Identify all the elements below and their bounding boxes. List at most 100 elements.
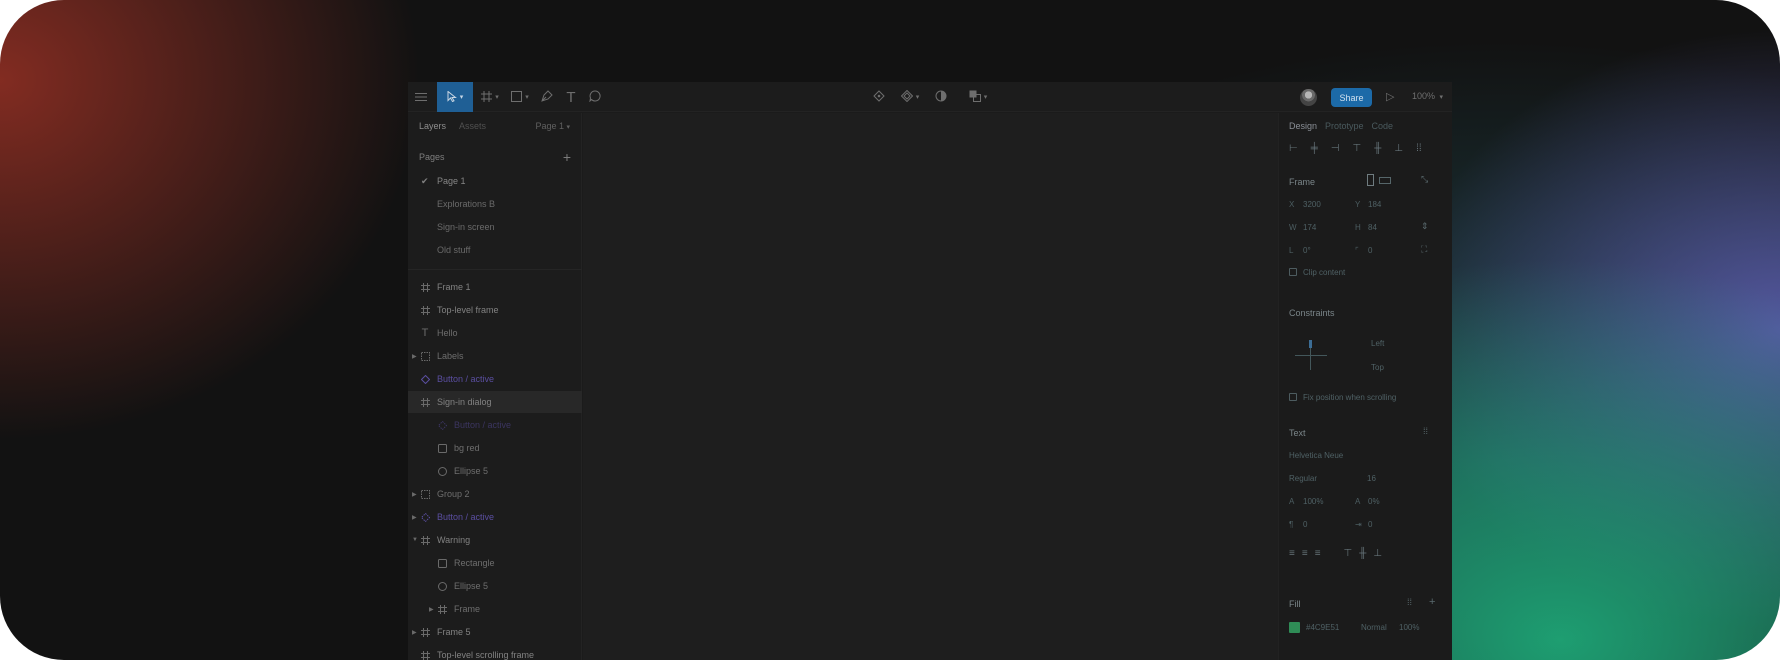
add-page-icon[interactable]: + (563, 149, 571, 165)
page-item[interactable]: Old stuff (437, 245, 470, 255)
pen-tool-button[interactable] (536, 82, 558, 112)
page-selector[interactable]: Page 1 ▾ (535, 121, 570, 131)
corner-radius-input[interactable]: 0 (1368, 246, 1372, 255)
share-button[interactable]: Share (1331, 88, 1372, 107)
layer-row[interactable]: Top-level scrolling frame (408, 644, 582, 660)
horizontal-constraint-select[interactable]: Left (1371, 339, 1384, 348)
paragraph-spacing-input[interactable]: 0 (1303, 520, 1307, 529)
constraints-widget[interactable] (1291, 340, 1331, 372)
layer-row[interactable]: ▶ Labels (408, 345, 582, 367)
portrait-icon[interactable] (1367, 174, 1374, 186)
tab-prototype[interactable]: Prototype (1325, 121, 1364, 131)
layer-row[interactable]: Ellipse 5 (408, 460, 582, 482)
align-right-icon[interactable]: ⊣ (1331, 143, 1340, 154)
boolean-button[interactable]: ▾ (964, 82, 992, 112)
fill-blend-select[interactable]: Normal (1361, 623, 1387, 632)
text-styles-icon[interactable]: ⁞⁞ (1423, 426, 1428, 436)
chevron-down-icon: ▾ (566, 124, 570, 131)
fill-styles-icon[interactable]: ⁞⁞ (1407, 597, 1412, 607)
frame-tool-button[interactable]: ▾ (476, 82, 504, 112)
caret-right-icon[interactable]: ▶ (412, 491, 417, 498)
x-input[interactable]: 3200 (1303, 200, 1321, 209)
caret-right-icon[interactable]: ▶ (412, 353, 417, 360)
vertical-constraint-select[interactable]: Top (1371, 363, 1384, 372)
page-item[interactable]: ✔ Page 1 (421, 176, 466, 186)
fix-position-checkbox[interactable] (1289, 393, 1297, 401)
align-top-icon[interactable]: ⊤ (1353, 143, 1362, 154)
line-height-input[interactable]: 100% (1303, 497, 1323, 506)
caret-down-icon[interactable]: ▼ (412, 537, 418, 543)
tab-layers[interactable]: Layers (419, 121, 446, 131)
landscape-icon[interactable] (1379, 177, 1391, 184)
h-label: H (1355, 223, 1361, 232)
align-middle-icon[interactable]: ╫ (1374, 143, 1381, 154)
move-tool-button[interactable]: ▾ (437, 82, 473, 112)
fill-hex-input[interactable]: #4C9E51 (1306, 623, 1339, 632)
shape-tool-button[interactable]: ▾ (506, 82, 534, 112)
play-icon[interactable]: ▷ (1386, 90, 1394, 103)
tab-design[interactable]: Design (1289, 121, 1317, 131)
comment-tool-button[interactable] (584, 82, 606, 112)
edit-object-button[interactable] (868, 82, 890, 112)
fill-opacity-input[interactable]: 100% (1399, 623, 1419, 632)
text-align-center-icon[interactable]: ≡ (1302, 548, 1308, 559)
rectangle-icon (511, 89, 523, 105)
layer-row[interactable]: Button / active (408, 414, 582, 436)
layer-label: Frame 5 (437, 627, 471, 637)
add-fill-icon[interactable]: + (1429, 596, 1435, 608)
align-bottom-icon[interactable]: ⊥ (1394, 143, 1403, 154)
text-align-right-icon[interactable]: ≡ (1315, 548, 1321, 559)
clip-content-checkbox[interactable] (1289, 268, 1297, 276)
layer-row[interactable]: Top-level frame (408, 299, 582, 321)
constrain-proportions-icon[interactable]: ⇕ (1421, 221, 1429, 232)
layer-row[interactable]: Button / active (408, 368, 582, 390)
layer-row[interactable]: ▶ Frame 5 (408, 621, 582, 643)
text-align-bottom-icon[interactable]: ⊥ (1373, 548, 1382, 559)
align-left-icon[interactable]: ⊢ (1289, 143, 1298, 154)
canvas[interactable] (583, 113, 1278, 660)
caret-right-icon[interactable]: ▶ (429, 606, 434, 613)
text-align-left-icon[interactable]: ≡ (1289, 548, 1295, 559)
layer-row[interactable]: ▼ Warning (408, 529, 582, 551)
component-button[interactable]: ▾ (896, 82, 924, 112)
hamburger-icon[interactable] (408, 82, 434, 112)
rotation-input[interactable]: 0° (1303, 246, 1311, 255)
letter-spacing-input[interactable]: 0% (1368, 497, 1380, 506)
mask-button[interactable] (930, 82, 952, 112)
layer-row[interactable]: Rectangle (408, 552, 582, 574)
paragraph-indent-input[interactable]: 0 (1368, 520, 1372, 529)
font-weight-select[interactable]: Regular (1289, 474, 1317, 483)
layer-row[interactable]: ▶ Button / active (408, 506, 582, 528)
tab-assets[interactable]: Assets (459, 121, 486, 131)
font-family-select[interactable]: Helvetica Neue (1289, 451, 1343, 460)
layer-row[interactable]: Sign-in dialog (408, 391, 582, 413)
layer-row[interactable]: ▶ Group 2 (408, 483, 582, 505)
font-size-input[interactable]: 16 (1367, 474, 1376, 483)
distribute-icon[interactable]: ⁞⁞ (1416, 143, 1422, 154)
page-label: Old stuff (437, 245, 471, 255)
avatar[interactable] (1300, 89, 1317, 106)
y-input[interactable]: 184 (1368, 200, 1381, 209)
fill-color-swatch[interactable] (1289, 622, 1300, 633)
layer-row[interactable]: ▶ Frame (408, 598, 582, 620)
letter-spacing-icon: A (1355, 497, 1361, 506)
layer-row[interactable]: bg red (408, 437, 582, 459)
zoom-menu[interactable]: 100% ▾ (1412, 91, 1443, 101)
page-item[interactable]: Explorations B (437, 199, 495, 209)
independent-corners-icon[interactable]: ⛶ (1421, 244, 1427, 255)
resize-to-fit-icon[interactable]: ⤡ (1421, 174, 1428, 185)
tab-code[interactable]: Code (1372, 121, 1394, 131)
caret-right-icon[interactable]: ▶ (412, 629, 417, 636)
h-input[interactable]: 84 (1368, 223, 1377, 232)
text-align-middle-icon[interactable]: ╫ (1359, 548, 1366, 559)
caret-right-icon[interactable]: ▶ (412, 514, 417, 521)
text-tool-button[interactable]: T (560, 82, 582, 112)
w-input[interactable]: 174 (1303, 223, 1316, 232)
text-align-top-icon[interactable]: ⊤ (1344, 548, 1353, 559)
layer-row[interactable]: Ellipse 5 (408, 575, 582, 597)
layer-row[interactable]: Frame 1 (408, 276, 582, 298)
align-center-h-icon[interactable]: ╪ (1311, 143, 1318, 154)
layer-row[interactable]: T Hello (408, 322, 582, 344)
alignment-toolbar: ⊢ ╪ ⊣ ⊤ ╫ ⊥ ⁞⁞ (1289, 143, 1422, 154)
page-item[interactable]: Sign-in screen (437, 222, 495, 232)
